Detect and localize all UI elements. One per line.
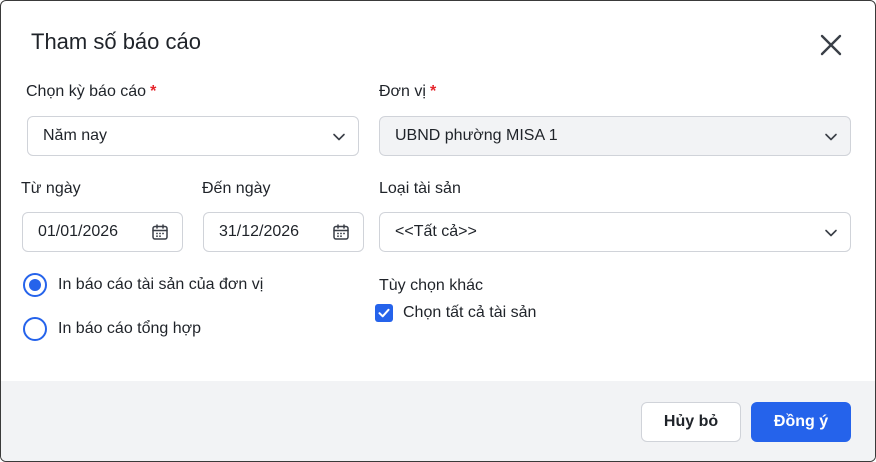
other-options-label: Tùy chọn khác: [379, 277, 484, 294]
close-button[interactable]: [817, 31, 845, 59]
close-icon: [820, 34, 842, 56]
radio-unit-report-label: In báo cáo tài sản của đơn vị: [58, 276, 264, 293]
unit-label-text: Đơn vị: [379, 83, 426, 100]
chevron-down-icon: [825, 133, 837, 141]
to-date-input[interactable]: 31/12/2026: [203, 212, 364, 252]
period-label: Chọn kỳ báo cáo *: [26, 83, 156, 101]
select-all-assets-checkbox[interactable]: Chọn tất cả tài sản: [375, 304, 536, 322]
dialog-title: Tham số báo cáo: [31, 29, 201, 54]
radio-button[interactable]: [23, 317, 47, 341]
radio-summary-report-label: In báo cáo tổng hợp: [58, 320, 202, 337]
unit-label: Đơn vị *: [379, 83, 436, 101]
radio-unit-report[interactable]: In báo cáo tài sản của đơn vị: [23, 273, 263, 297]
dialog-footer: [1, 381, 875, 461]
radio-summary-report[interactable]: In báo cáo tổng hợp: [23, 317, 201, 341]
check-icon: [378, 308, 390, 318]
from-date-input[interactable]: 01/01/2026: [22, 212, 183, 252]
unit-select[interactable]: UBND phường MISA 1: [379, 116, 851, 156]
to-date-value: 31/12/2026: [219, 223, 300, 240]
chevron-down-icon: [825, 229, 837, 237]
to-date-label: Đến ngày: [202, 180, 271, 197]
checkbox-checked[interactable]: [375, 304, 393, 322]
required-mark: *: [429, 83, 437, 100]
period-select[interactable]: Năm nay: [27, 116, 359, 156]
asset-type-value: <<Tất cả>>: [395, 223, 477, 240]
asset-type-select[interactable]: <<Tất cả>>: [379, 212, 851, 252]
cancel-button[interactable]: Hủy bỏ: [641, 402, 741, 442]
required-mark: *: [150, 83, 157, 100]
ok-button[interactable]: Đồng ý: [751, 402, 851, 442]
period-select-value: Năm nay: [43, 127, 108, 144]
period-label-text: Chọn kỳ báo cáo: [26, 83, 147, 100]
select-all-assets-label: Chọn tất cả tài sản: [403, 304, 537, 321]
radio-button-checked[interactable]: [23, 273, 47, 297]
chevron-down-icon: [333, 133, 345, 141]
from-date-label: Từ ngày: [21, 180, 81, 197]
calendar-icon[interactable]: [332, 223, 350, 241]
calendar-icon[interactable]: [151, 223, 169, 241]
asset-type-label: Loại tài sản: [379, 180, 461, 197]
unit-select-value: UBND phường MISA 1: [395, 127, 558, 144]
report-params-dialog: Tham số báo cáo Chọn kỳ báo cáo * Năm nay…: [0, 0, 876, 462]
from-date-value: 01/01/2026: [38, 223, 119, 240]
